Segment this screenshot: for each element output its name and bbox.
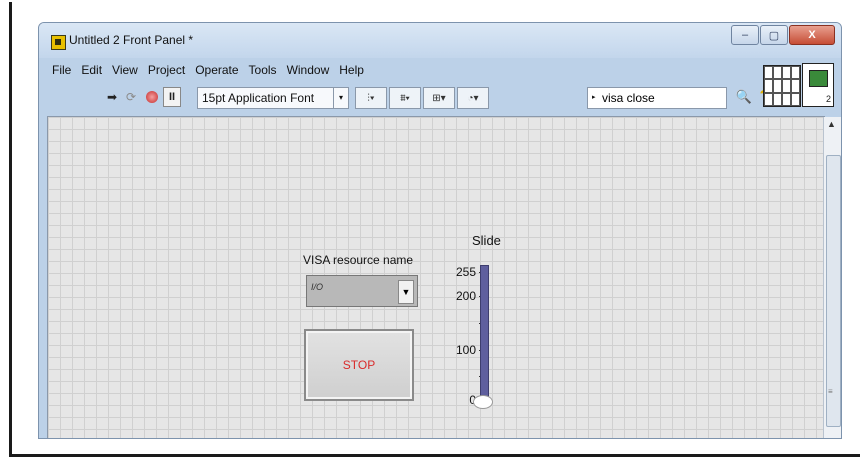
window-controls: – ▢ X [730, 25, 835, 45]
connector-pane[interactable] [763, 65, 801, 107]
menu-edit[interactable]: Edit [76, 60, 107, 80]
menu-file[interactable]: File [47, 60, 76, 80]
stop-button[interactable]: STOP [304, 329, 414, 401]
maximize-button[interactable]: ▢ [760, 25, 788, 45]
vi-icon[interactable]: 2 [802, 63, 834, 107]
font-select-value: 15pt Application Font [202, 91, 315, 105]
pause-button[interactable]: II [163, 87, 181, 107]
labview-icon [51, 35, 66, 50]
search-dropdown-icon: ▸ [592, 94, 596, 101]
tick-label-200: 200 [455, 289, 476, 303]
slide-thumb[interactable] [473, 395, 493, 409]
menu-view[interactable]: View [107, 60, 143, 80]
title-bar[interactable]: Untitled 2 Front Panel * – ▢ X [39, 23, 841, 58]
search-box[interactable]: ▸ [587, 87, 727, 109]
vertical-scrollbar[interactable]: ▲ ≡ [823, 117, 841, 438]
chevron-down-icon[interactable]: ▼ [398, 280, 414, 304]
align-objects-icon[interactable]: ⫶▾ [355, 87, 387, 109]
close-button[interactable]: X [789, 25, 835, 45]
menu-tools[interactable]: Tools [244, 60, 282, 80]
menu-bar: File Edit View Project Operate Tools Win… [47, 60, 751, 80]
run-arrow-icon[interactable]: ➡ [105, 87, 119, 107]
run-continuously-icon[interactable]: ⟳ [124, 87, 138, 107]
vi-icon-number: 2 [825, 94, 831, 104]
menu-operate[interactable]: Operate [190, 60, 243, 80]
visa-resource-control[interactable]: I/O ▼ [306, 275, 418, 307]
chevron-down-icon: ▾ [333, 88, 348, 108]
scroll-up-icon[interactable]: ▲ [827, 119, 836, 129]
slide-label: Slide [472, 233, 501, 248]
abort-icon[interactable] [145, 87, 159, 107]
toolbar: ➡ ⟳ II 15pt Application Font ▾ ⫶▾ ⩩▾ ⊞▾ … [47, 83, 769, 113]
front-panel-canvas[interactable]: ▲ ≡ VISA resource name I/O ▼ STOP Slide … [47, 116, 841, 438]
slide-track[interactable] [480, 265, 489, 401]
visa-resource-label: VISA resource name [303, 253, 414, 267]
reorder-icon[interactable]: ◔▾ [457, 87, 489, 109]
vi-icon-graphic [809, 70, 828, 87]
magnifier-icon[interactable]: 🔍 [735, 87, 753, 107]
scroll-grip-icon: ≡ [828, 387, 833, 396]
visa-io-icon: I/O [311, 282, 324, 292]
menu-project[interactable]: Project [143, 60, 190, 80]
tick-label-100: 100 [455, 343, 476, 357]
minimize-button[interactable]: – [731, 25, 759, 45]
menu-help[interactable]: Help [334, 60, 369, 80]
resize-objects-icon[interactable]: ⊞▾ [423, 87, 455, 109]
front-panel-window: Untitled 2 Front Panel * – ▢ X File Edit… [38, 22, 842, 439]
distribute-objects-icon[interactable]: ⩩▾ [389, 87, 421, 109]
window-title: Untitled 2 Front Panel * [69, 33, 194, 47]
tick-label-255: 255 [455, 265, 476, 279]
font-select[interactable]: 15pt Application Font ▾ [197, 87, 349, 109]
menu-window[interactable]: Window [282, 60, 335, 80]
search-input[interactable] [600, 89, 704, 107]
